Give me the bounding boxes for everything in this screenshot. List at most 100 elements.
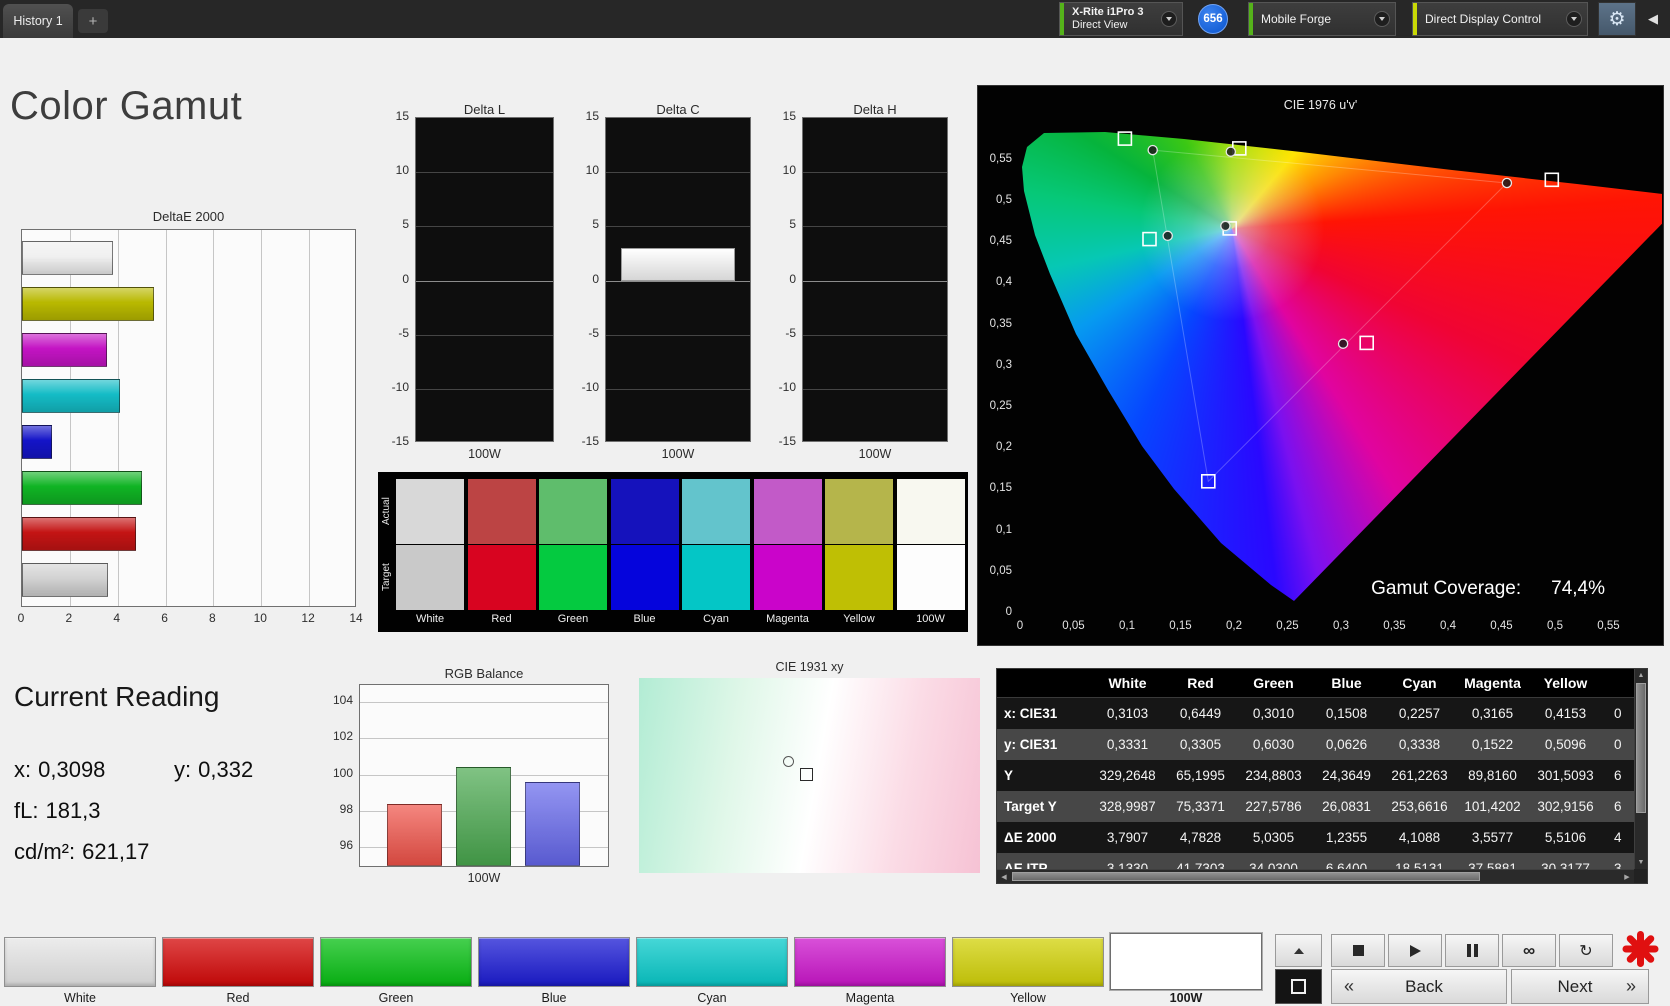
axis-tick-label: 4	[107, 611, 127, 625]
continuous-measure-button[interactable]: ∞	[1502, 934, 1556, 967]
cie1931-title: CIE 1931 xy	[639, 660, 980, 674]
axis-tick-label: -10	[392, 380, 409, 394]
measured-marker-cyan	[1163, 231, 1172, 240]
add-tab-button[interactable]: +	[78, 9, 108, 33]
gamut-coverage: Gamut Coverage:74,4%	[1371, 578, 1605, 600]
deltae-bar-green	[22, 471, 142, 505]
axis-tick-label: 0,2	[996, 441, 1012, 453]
axis-tick-label: 0,05	[990, 565, 1012, 577]
current-reading-heading: Current Reading	[14, 681, 219, 713]
top-toolbar: History 1 + X-Rite i1Pro 3 Direct View 6…	[0, 0, 1670, 38]
reading-cd-value: 621,17	[82, 839, 149, 864]
cie1931-panel	[639, 678, 980, 873]
axis-tick-label: 0,3	[996, 359, 1012, 371]
axis-tick-label: -10	[582, 380, 599, 394]
meter-dropdown[interactable]: X-Rite i1Pro 3 Direct View	[1059, 2, 1183, 36]
page-title: Color Gamut	[10, 84, 242, 129]
display-control-dropdown[interactable]: Direct Display Control	[1412, 2, 1588, 36]
deltae-bar-blue	[22, 425, 52, 459]
pattern-button-red[interactable]	[162, 937, 314, 987]
play-icon	[1410, 945, 1421, 957]
axis-tick-label: 2	[59, 611, 79, 625]
table-cell: 0,1522	[1456, 737, 1529, 752]
next-button[interactable]: Next »	[1511, 969, 1649, 1004]
measurement-count-badge[interactable]: 656	[1198, 4, 1228, 34]
pattern-label-yellow: Yellow	[952, 991, 1104, 1005]
deltae-chart-title: DeltaE 2000	[21, 209, 356, 224]
row-label: x: CIE31	[997, 706, 1091, 721]
deltae-bar-100w	[22, 563, 108, 597]
chevron-down-icon	[1566, 11, 1582, 27]
delta-h-plot	[802, 117, 948, 442]
axis-tick-label: -10	[779, 380, 796, 394]
axis-tick-label: 0,55	[990, 153, 1012, 165]
swatch-label: Red	[468, 613, 536, 625]
axis-tick-label: 0,35	[990, 318, 1012, 330]
cie1976-y-axis: 0,550,50,450,40,350,30,250,20,150,10,050	[978, 86, 1016, 647]
swatch-label: Blue	[611, 613, 679, 625]
table-cell: 253,6616	[1383, 799, 1456, 814]
table-cell: 0,2257	[1383, 706, 1456, 721]
axis-tick-label: 5	[592, 217, 599, 231]
table-cell: 0,3331	[1091, 737, 1164, 752]
target-marker-cyan	[1143, 233, 1156, 246]
stop-button[interactable]	[1331, 934, 1385, 967]
swatch-label: 100W	[897, 613, 965, 625]
table-cell-clipped: 6	[1602, 768, 1634, 783]
pattern-label-magenta: Magenta	[794, 991, 946, 1005]
axis-tick-label: 5	[789, 217, 796, 231]
pattern-button-magenta[interactable]	[794, 937, 946, 987]
measurement-table-rows: WhiteRedGreenBlueCyanMagentaYellowx: CIE…	[997, 669, 1634, 871]
table-cell: 0,1508	[1310, 706, 1383, 721]
scroll-down-icon[interactable]: ▼	[1635, 856, 1647, 869]
play-button[interactable]	[1388, 934, 1442, 967]
axis-tick-label: 14	[346, 611, 366, 625]
table-cell: 328,9987	[1091, 799, 1164, 814]
swatch-target-cyan	[682, 545, 750, 610]
table-cell: 302,9156	[1529, 799, 1602, 814]
scroll-up-icon[interactable]: ▲	[1635, 669, 1647, 682]
table-vertical-scrollbar[interactable]: ▲ ▼	[1634, 669, 1647, 869]
pattern-button-blue[interactable]	[478, 937, 630, 987]
back-button[interactable]: « Back	[1331, 969, 1507, 1004]
column-header: Yellow	[1529, 675, 1602, 691]
pattern-button-yellow[interactable]	[952, 937, 1104, 987]
table-header-row: WhiteRedGreenBlueCyanMagentaYellow	[997, 669, 1634, 698]
refresh-button[interactable]: ↻	[1559, 934, 1613, 967]
source-dropdown[interactable]: Mobile Forge	[1248, 2, 1396, 36]
pattern-button-100w[interactable]	[1110, 933, 1262, 990]
pattern-button-cyan[interactable]	[636, 937, 788, 987]
table-cell: 5,5106	[1529, 830, 1602, 845]
axis-tick-label: 10	[396, 163, 409, 177]
pattern-button-white[interactable]	[4, 937, 156, 987]
scroll-left-icon[interactable]: ◀	[997, 870, 1011, 883]
deltae-gridline	[213, 230, 214, 606]
scrollbar-thumb[interactable]	[1012, 872, 1480, 881]
target-marker-magenta	[1360, 336, 1373, 349]
delta-h-y-axis: 151050-5-10-15	[764, 117, 800, 442]
table-cell: 4,7828	[1164, 830, 1237, 845]
settings-button[interactable]: ⚙	[1598, 2, 1636, 36]
table-cell: 89,8160	[1456, 768, 1529, 783]
table-row: x: CIE310,31030,64490,30100,15080,22570,…	[997, 698, 1634, 729]
scrollbar-thumb[interactable]	[1636, 683, 1646, 813]
tab-history-1[interactable]: History 1	[3, 4, 73, 38]
table-cell: 0,3165	[1456, 706, 1529, 721]
axis-tick-label: 15	[586, 109, 599, 123]
collapse-pattern-row-button[interactable]	[1275, 934, 1322, 967]
axis-tick-label: -15	[582, 434, 599, 448]
unsaved-changes-icon	[1622, 931, 1658, 967]
deltae-gridline	[309, 230, 310, 606]
display-window-button[interactable]	[1275, 969, 1322, 1004]
table-cell: 5,0305	[1237, 830, 1310, 845]
cie1976-x-axis: 00,050,10,150,20,250,30,350,40,450,50,55	[978, 620, 1663, 636]
table-cell: 1,2355	[1310, 830, 1383, 845]
collapse-panel-icon[interactable]: ◀	[1648, 11, 1658, 27]
table-horizontal-scrollbar[interactable]: ◀ ▶	[997, 869, 1634, 883]
gamut-marker-layer	[1020, 120, 1662, 614]
pause-button[interactable]	[1445, 934, 1499, 967]
table-cell: 65,1995	[1164, 768, 1237, 783]
scroll-right-icon[interactable]: ▶	[1620, 870, 1634, 883]
pattern-label-blue: Blue	[478, 991, 630, 1005]
pattern-button-green[interactable]	[320, 937, 472, 987]
